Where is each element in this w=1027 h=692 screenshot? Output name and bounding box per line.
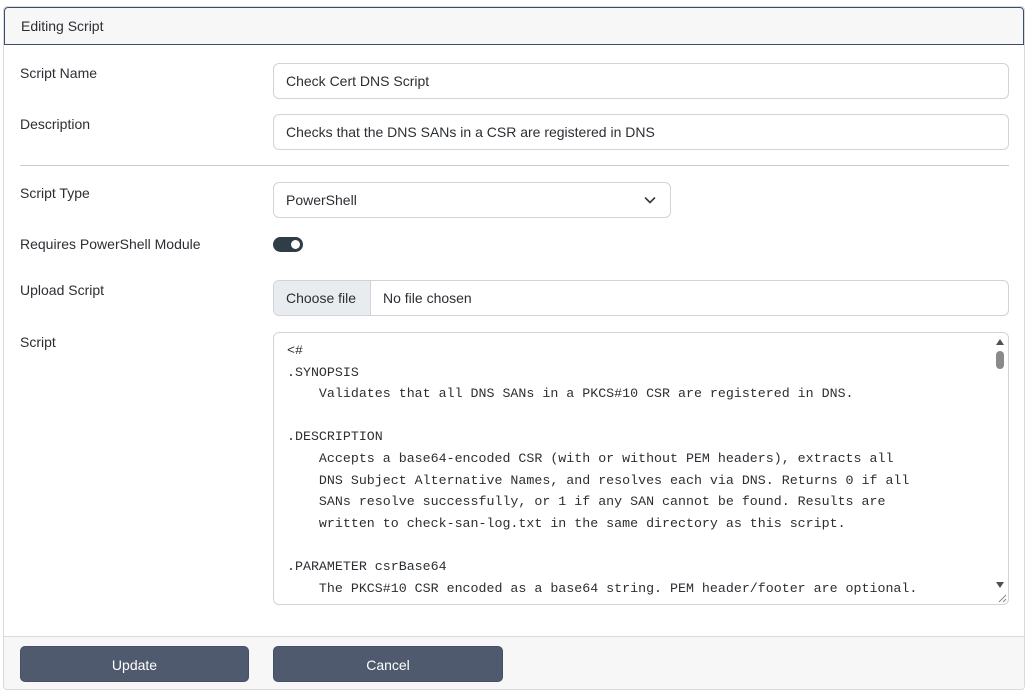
file-status: No file chosen	[383, 290, 472, 306]
chevron-down-icon	[644, 197, 656, 204]
script-label: Script	[20, 334, 56, 350]
description-input[interactable]: Checks that the DNS SANs in a CSR are re…	[273, 114, 1009, 150]
cancel-button[interactable]: Cancel	[273, 646, 503, 682]
description-label: Description	[20, 116, 91, 132]
vertical-scrollbar[interactable]	[992, 333, 1008, 604]
script-type-select[interactable]: PowerShell	[273, 182, 671, 218]
upload-script-input[interactable]: Choose file No file chosen	[273, 280, 1009, 316]
triangle-down-icon[interactable]	[995, 581, 1005, 589]
resize-grip-icon[interactable]	[996, 592, 1007, 603]
script-name-input[interactable]: Check Cert DNS Script	[273, 63, 1009, 99]
upload-script-label: Upload Script	[20, 282, 105, 298]
triangle-up-icon[interactable]	[995, 338, 1005, 346]
toggle-knob	[291, 240, 300, 249]
choose-file-button[interactable]: Choose file	[274, 281, 371, 315]
form-footer: Update Cancel	[4, 636, 1024, 689]
script-name-label: Script Name	[20, 65, 98, 81]
requires-module-toggle[interactable]	[273, 237, 303, 252]
script-content: <# .SYNOPSIS Validates that all DNS SANs…	[287, 343, 918, 596]
divider	[20, 165, 1009, 166]
requires-module-label: Requires PowerShell Module	[20, 236, 201, 252]
script-type-label: Script Type	[20, 185, 90, 201]
script-type-value: PowerShell	[286, 192, 357, 208]
script-textarea[interactable]: <# .SYNOPSIS Validates that all DNS SANs…	[273, 332, 1009, 605]
panel-header: Editing Script	[4, 7, 1024, 45]
scrollbar-thumb[interactable]	[996, 351, 1004, 369]
edit-script-panel: Editing Script Script Name Check Cert DN…	[3, 6, 1025, 690]
update-button[interactable]: Update	[20, 646, 249, 682]
